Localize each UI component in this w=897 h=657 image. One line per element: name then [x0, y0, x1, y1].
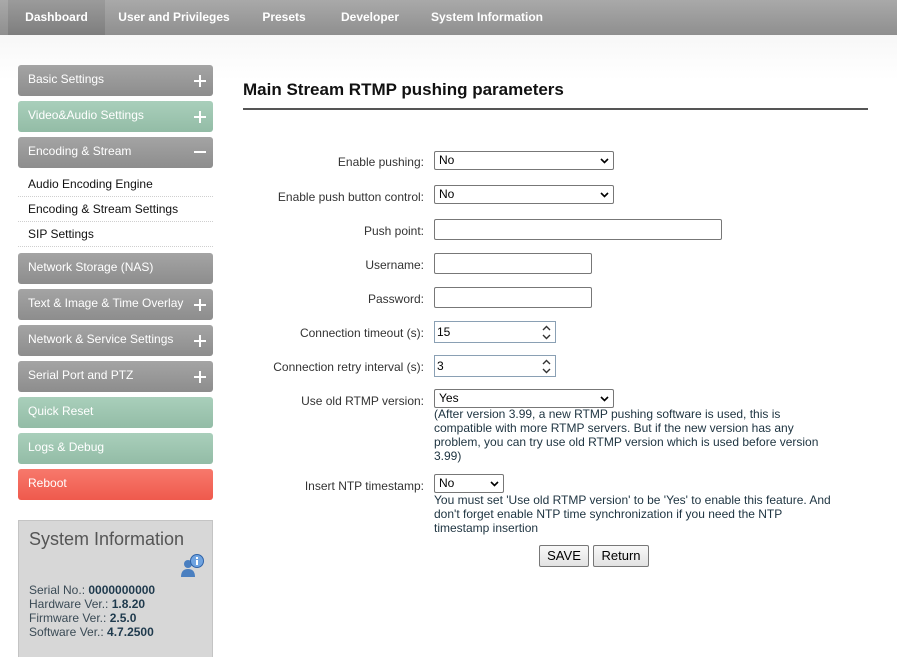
ntp-timestamp-label: Insert NTP timestamp:	[304, 479, 424, 493]
top-navigation: Dashboard User and Privileges Presets De…	[0, 0, 897, 35]
tab-system-information[interactable]: System Information	[420, 0, 554, 35]
hardware-version-row: Hardware Ver.: 1.8.20	[29, 597, 146, 611]
expand-plus-icon	[194, 371, 206, 383]
menu-label: Serial Port and PTZ	[28, 368, 134, 382]
connection-retry-input[interactable]: 3	[434, 355, 556, 377]
menu-network-service-settings[interactable]: Network & Service Settings	[18, 325, 213, 356]
connection-timeout-input[interactable]: 15	[434, 321, 556, 343]
enable-push-button-label: Enable push button control:	[277, 190, 424, 204]
decrement-arrow-icon[interactable]	[538, 366, 554, 375]
menu-basic-settings[interactable]: Basic Settings	[18, 65, 213, 96]
enable-pushing-label: Enable pushing:	[337, 155, 424, 169]
push-point-label: Push point:	[363, 224, 424, 238]
firmware-version-row: Firmware Ver.: 2.5.0	[29, 611, 137, 625]
chevron-down-icon	[490, 481, 499, 487]
user-info-icon	[181, 554, 204, 577]
menu-label: Video&Audio Settings	[28, 108, 144, 122]
system-info-title: System Information	[29, 529, 185, 549]
menu-network-storage[interactable]: Network Storage (NAS)	[18, 253, 213, 284]
menu-encoding-stream[interactable]: Encoding & Stream	[18, 137, 213, 168]
menu-reboot[interactable]: Reboot	[18, 469, 213, 500]
tab-user-and-privileges[interactable]: User and Privileges	[108, 0, 240, 35]
expand-plus-icon	[194, 75, 206, 87]
menu-serial-port-ptz[interactable]: Serial Port and PTZ	[18, 361, 213, 392]
menu-label: Quick Reset	[28, 404, 94, 418]
chevron-down-icon	[600, 192, 609, 198]
push-point-input[interactable]	[434, 219, 722, 240]
serial-number-row: Serial No.: 0000000000	[29, 583, 156, 597]
menu-logs-debug[interactable]: Logs & Debug	[18, 433, 213, 464]
connection-timeout-label: Connection timeout (s):	[299, 326, 424, 340]
system-info-panel: System Information Serial No.: 000000000…	[18, 520, 213, 657]
menu-label: Encoding & Stream	[28, 144, 132, 158]
menu-label: Logs & Debug	[28, 440, 105, 454]
title-divider	[243, 108, 868, 110]
tab-dashboard[interactable]: Dashboard	[8, 0, 105, 35]
increment-arrow-icon[interactable]	[538, 357, 554, 366]
password-label: Password:	[367, 292, 424, 306]
tab-developer[interactable]: Developer	[330, 0, 410, 35]
connection-retry-label: Connection retry interval (s):	[273, 360, 424, 374]
submenu-encoding-stream-settings[interactable]: Encoding & Stream Settings	[18, 197, 213, 222]
menu-label: Network & Service Settings	[28, 332, 174, 346]
spinner-arrows	[538, 357, 554, 376]
menu-label: Basic Settings	[28, 72, 105, 86]
username-input[interactable]	[434, 253, 592, 274]
chevron-down-icon	[600, 158, 609, 164]
submenu-audio-encoding-engine[interactable]: Audio Encoding Engine	[18, 172, 213, 197]
password-input[interactable]	[434, 287, 592, 308]
menu-video-audio-settings[interactable]: Video&Audio Settings	[18, 101, 213, 132]
expand-plus-icon	[194, 335, 206, 347]
page-title: Main Stream RTMP pushing parameters	[243, 80, 564, 99]
menu-quick-reset[interactable]: Quick Reset	[18, 397, 213, 428]
menu-label: Text & Image & Time Overlay	[28, 296, 184, 310]
username-label: Username:	[365, 258, 424, 272]
decrement-arrow-icon[interactable]	[538, 332, 554, 341]
tab-presets[interactable]: Presets	[248, 0, 320, 35]
save-button[interactable]: SAVE	[539, 545, 589, 567]
spinner-arrows	[538, 323, 554, 342]
old-rtmp-select[interactable]: Yes	[434, 389, 614, 408]
enable-push-button-select[interactable]: No	[434, 185, 614, 204]
expand-plus-icon	[194, 299, 206, 311]
menu-label: Network Storage (NAS)	[28, 260, 154, 274]
ntp-timestamp-select[interactable]: No	[434, 474, 504, 493]
return-button[interactable]: Return	[593, 545, 649, 567]
menu-text-image-time-overlay[interactable]: Text & Image & Time Overlay	[18, 289, 213, 320]
expand-plus-icon	[194, 111, 206, 123]
submenu-sip-settings[interactable]: SIP Settings	[18, 222, 213, 247]
enable-pushing-select[interactable]: No	[434, 151, 614, 170]
increment-arrow-icon[interactable]	[538, 323, 554, 332]
collapse-minus-icon	[194, 146, 206, 158]
chevron-down-icon	[600, 396, 609, 402]
menu-label: Reboot	[28, 476, 67, 490]
software-version-row: Software Ver.: 4.7.2500	[29, 625, 154, 639]
old-rtmp-label: Use old RTMP version:	[301, 394, 424, 408]
ntp-timestamp-note: You must set 'Use old RTMP version' to b…	[434, 493, 831, 535]
old-rtmp-note: (After version 3.99, a new RTMP pushing …	[434, 407, 819, 463]
